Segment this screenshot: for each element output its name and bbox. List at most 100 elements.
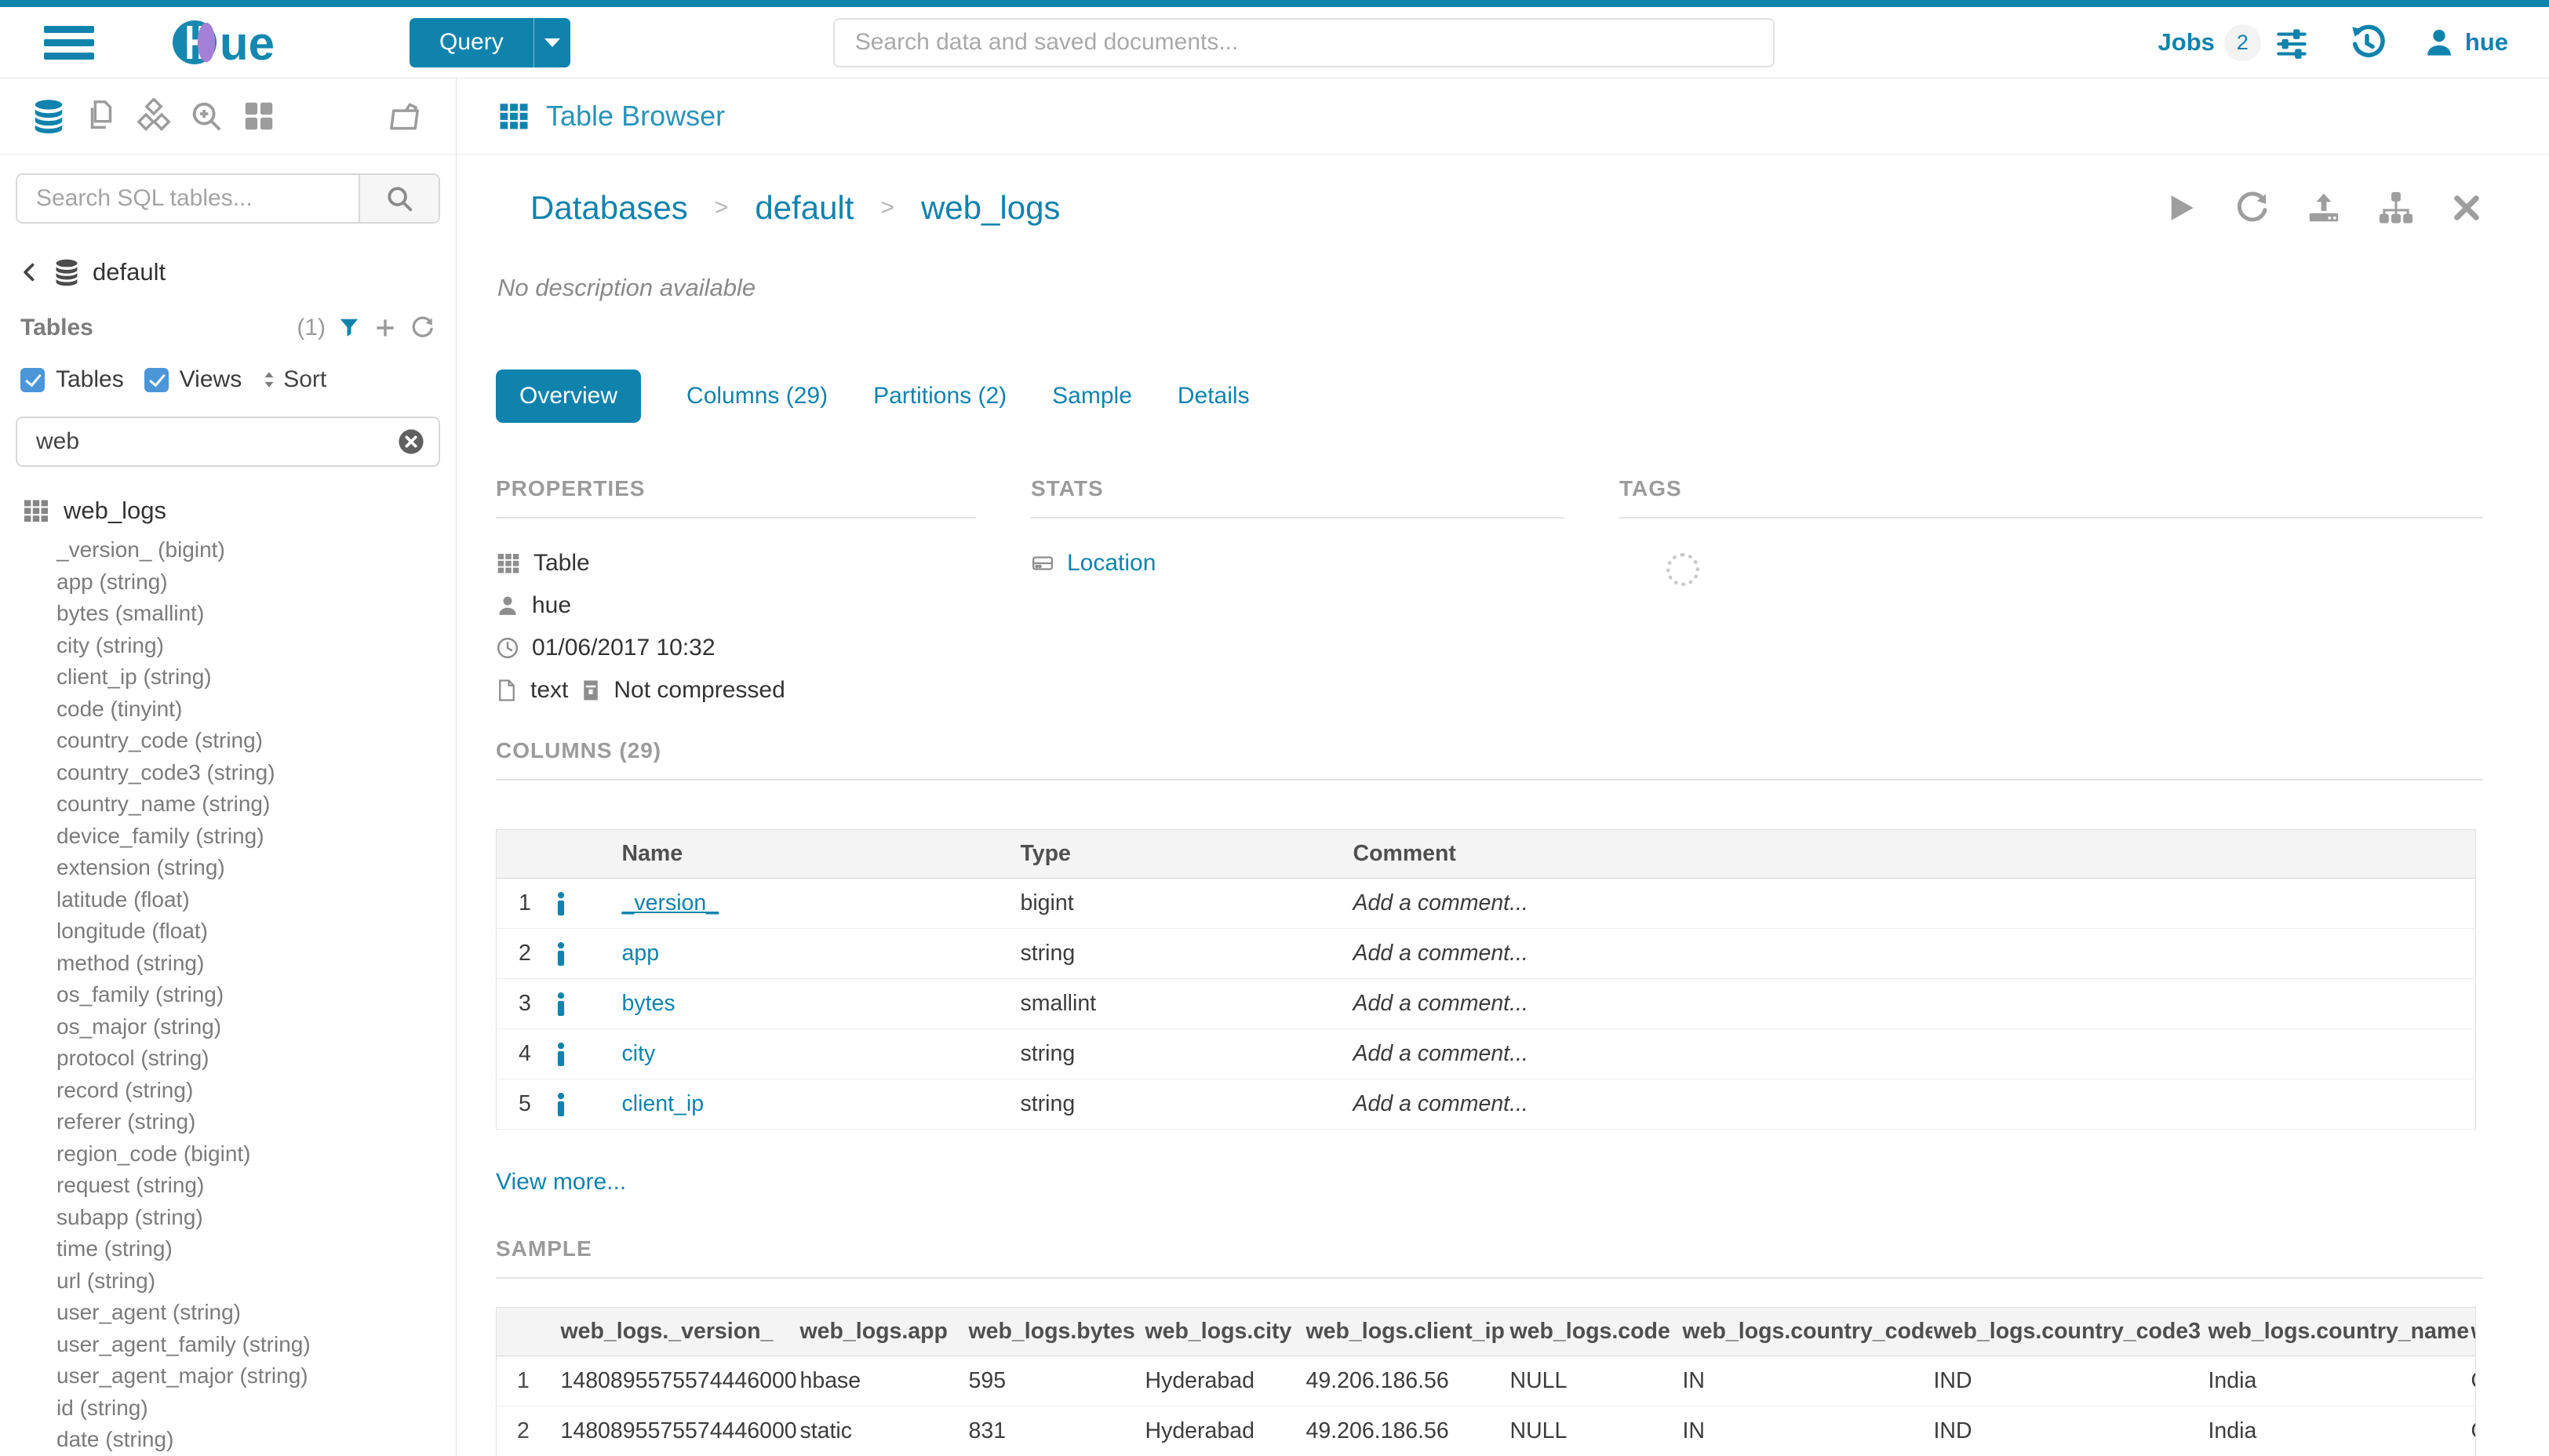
- refresh-icon[interactable]: [410, 315, 435, 341]
- breadcrumb-databases[interactable]: Databases: [530, 189, 688, 227]
- comment-placeholder[interactable]: Add a comment...: [1352, 979, 2476, 1029]
- query-play-icon[interactable]: [2165, 191, 2198, 224]
- tree-column[interactable]: user_agent (string): [22, 1297, 440, 1329]
- info-icon[interactable]: [555, 979, 621, 1029]
- tree-column[interactable]: client_ip (string): [22, 661, 440, 693]
- cubes-icon[interactable]: [135, 98, 172, 135]
- tables-checkbox[interactable]: [20, 368, 45, 392]
- tree-column[interactable]: user_agent_major (string): [22, 1360, 440, 1392]
- tree-column[interactable]: bytes (smallint): [22, 598, 440, 630]
- folder-icon[interactable]: [386, 98, 423, 135]
- global-search-input[interactable]: [835, 29, 1773, 56]
- hamburger-menu-icon[interactable]: [44, 26, 94, 60]
- tree-column[interactable]: subapp (string): [22, 1202, 440, 1234]
- upload-icon[interactable]: [2306, 190, 2342, 226]
- tree-column[interactable]: app (string): [22, 566, 440, 599]
- view-more-link[interactable]: View more...: [496, 1169, 2483, 1196]
- tree-column[interactable]: city (string): [22, 630, 440, 662]
- tree-column[interactable]: time (string): [22, 1233, 440, 1265]
- column-name-link[interactable]: client_ip: [622, 1091, 705, 1116]
- zoom-plus-icon[interactable]: [188, 98, 224, 135]
- tree-column[interactable]: _version_ (bigint): [22, 534, 440, 566]
- tree-column[interactable]: country_name (string): [22, 788, 440, 821]
- chevron-left-icon[interactable]: [19, 261, 41, 283]
- tree-column[interactable]: request (string): [22, 1170, 440, 1202]
- comment-placeholder[interactable]: Add a comment...: [1352, 879, 2476, 929]
- tree-column[interactable]: latitude (float): [22, 884, 440, 916]
- table-actions: [2165, 190, 2483, 226]
- sample-cell: 831: [967, 1407, 1144, 1456]
- column-name-link[interactable]: bytes: [622, 991, 675, 1016]
- database-icon[interactable]: [30, 98, 67, 135]
- tree-column[interactable]: url (string): [22, 1265, 440, 1298]
- info-icon[interactable]: [555, 1029, 621, 1079]
- tree-column[interactable]: extension (string): [22, 852, 440, 884]
- clear-filter-icon[interactable]: [398, 428, 424, 455]
- documents-icon[interactable]: [82, 98, 119, 135]
- filter-funnel-icon[interactable]: [337, 316, 361, 340]
- tree-column[interactable]: referer (string): [22, 1106, 440, 1138]
- tree-column[interactable]: country_code3 (string): [22, 757, 440, 789]
- tree-column[interactable]: os_family (string): [22, 979, 440, 1011]
- column-name-link[interactable]: _version_: [622, 890, 719, 915]
- tree-column[interactable]: longitude (float): [22, 915, 440, 948]
- breadcrumb-table[interactable]: web_logs: [921, 189, 1060, 227]
- tree-column[interactable]: date (string): [22, 1424, 440, 1456]
- breadcrumb-database[interactable]: default: [755, 189, 854, 227]
- sample-cell: IN: [1681, 1356, 1932, 1407]
- table-filter-input[interactable]: [17, 428, 398, 455]
- info-icon[interactable]: [555, 879, 621, 929]
- column-name-link[interactable]: app: [622, 941, 660, 966]
- tree-column[interactable]: record (string): [22, 1075, 440, 1107]
- sitemap-icon[interactable]: [2378, 190, 2414, 226]
- sliders-icon[interactable]: [2272, 23, 2311, 62]
- tree-column[interactable]: protocol (string): [22, 1043, 440, 1075]
- tree-column[interactable]: user_agent_family (string): [22, 1329, 440, 1361]
- tab-details[interactable]: Details: [1178, 383, 1250, 410]
- selected-database-row[interactable]: default: [16, 258, 440, 286]
- jobs-count-badge[interactable]: 2: [2224, 24, 2261, 61]
- info-icon[interactable]: [555, 929, 621, 979]
- tab-overview[interactable]: Overview: [496, 369, 641, 423]
- table-icon: [22, 497, 50, 525]
- selected-database-name[interactable]: default: [93, 258, 166, 286]
- hue-logo[interactable]: ue: [173, 16, 292, 68]
- tab-columns[interactable]: Columns (29): [686, 383, 828, 410]
- location-link[interactable]: Location: [1067, 550, 1156, 577]
- tree-column[interactable]: device_family (string): [22, 821, 440, 853]
- comment-placeholder[interactable]: Add a comment...: [1352, 1079, 2476, 1130]
- tree-table-name[interactable]: web_logs: [64, 497, 166, 525]
- breadcrumb: Databases > default > web_logs: [530, 189, 2483, 227]
- query-button[interactable]: Query: [410, 18, 570, 67]
- refresh-icon[interactable]: [2234, 190, 2270, 226]
- col-header-comment: Comment: [1352, 830, 2476, 879]
- sort-toggle[interactable]: Sort: [259, 366, 326, 393]
- history-icon[interactable]: [2347, 23, 2387, 62]
- comment-placeholder[interactable]: Add a comment...: [1352, 1029, 2476, 1079]
- apps-grid-icon[interactable]: [240, 98, 277, 135]
- user-menu[interactable]: hue: [2423, 26, 2508, 59]
- tab-sample[interactable]: Sample: [1052, 383, 1132, 410]
- query-dropdown-caret[interactable]: [533, 18, 570, 67]
- add-table-icon[interactable]: [373, 315, 398, 340]
- tree-column[interactable]: id (string): [22, 1392, 440, 1425]
- tree-column[interactable]: method (string): [22, 948, 440, 980]
- column-name-link[interactable]: city: [622, 1041, 656, 1066]
- tree-column[interactable]: country_code (string): [22, 725, 440, 757]
- close-icon[interactable]: [2450, 191, 2483, 224]
- sql-table-search-input[interactable]: [17, 175, 359, 222]
- query-button-label[interactable]: Query: [410, 18, 533, 67]
- views-checkbox[interactable]: [144, 368, 169, 392]
- entity-type-value: Table: [533, 550, 590, 577]
- tab-partitions[interactable]: Partitions (2): [873, 383, 1007, 410]
- tree-column[interactable]: os_major (string): [22, 1011, 440, 1043]
- tree-table-web-logs[interactable]: web_logs: [22, 497, 440, 525]
- info-icon[interactable]: [555, 1079, 621, 1130]
- sample-cell: NULL: [1509, 1356, 1681, 1407]
- tree-column[interactable]: region_code (bigint): [22, 1138, 440, 1170]
- jobs-link[interactable]: Jobs: [2158, 28, 2215, 56]
- tree-column[interactable]: code (tinyint): [22, 693, 440, 726]
- comment-placeholder[interactable]: Add a comment...: [1352, 929, 2476, 979]
- sql-search-button[interactable]: [359, 175, 439, 222]
- sample-cell: IND: [1932, 1356, 2207, 1407]
